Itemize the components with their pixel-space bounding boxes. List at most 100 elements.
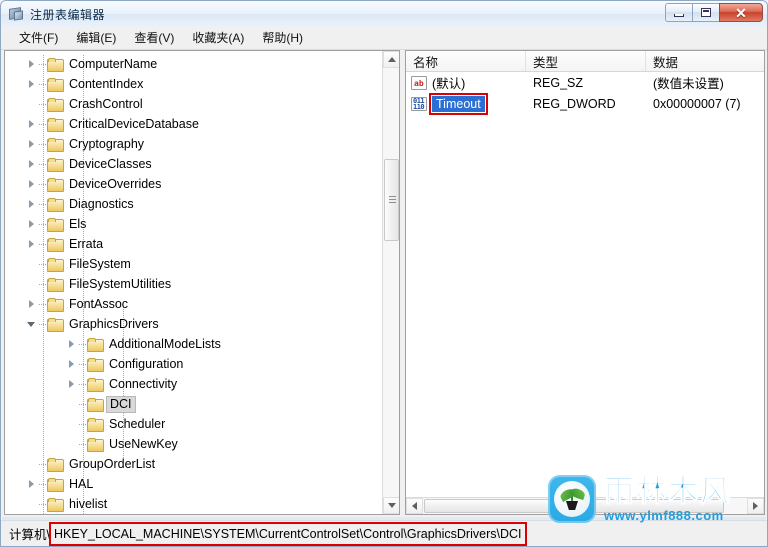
folder-icon [87,377,104,392]
tree-item-hivelist[interactable]: hivelist [5,494,381,514]
menu-view[interactable]: 查看(V) [125,27,183,49]
chevron-right-icon[interactable] [27,139,38,150]
chevron-right-icon[interactable] [27,479,38,490]
column-header-type[interactable]: 类型 [526,51,646,71]
tree-item-filesystem[interactable]: FileSystem [5,254,381,274]
chevron-right-icon[interactable] [27,179,38,190]
status-prefix-text: 计算机\ [9,528,50,542]
tree-item-deviceclasses[interactable]: DeviceClasses [5,154,381,174]
chevron-right-icon[interactable] [27,219,38,230]
value-name-cell[interactable]: 011 110 Timeout [406,92,526,115]
tree-item-criticaldevicedatabase[interactable]: CriticalDeviceDatabase [5,114,381,134]
chevron-right-icon[interactable] [27,119,38,130]
chevron-right-icon[interactable] [27,59,38,70]
minimize-button[interactable] [665,3,692,22]
close-button[interactable]: ✕ [719,3,763,22]
tree-guide-stub [39,204,47,205]
folder-icon [87,337,104,352]
tree-item-graphicsdrivers[interactable]: GraphicsDrivers [5,314,381,334]
triangle-right-icon [753,502,758,510]
value-type-cell: REG_SZ [533,75,584,90]
chevron-right-icon[interactable] [67,379,78,390]
tree-leaf-spacer [67,399,78,410]
tree-item-dci[interactable]: DCI [5,394,381,414]
tree-guide-stub [39,84,47,85]
tree-item-errata[interactable]: Errata [5,234,381,254]
tree-item-scheduler[interactable]: Scheduler [5,414,381,434]
menu-bar: 文件(F) 编辑(E) 查看(V) 收藏夹(A) 帮助(H) [1,27,767,50]
chevron-down-icon[interactable] [27,319,38,330]
chevron-right-icon[interactable] [27,159,38,170]
tree-item-label: DeviceClasses [69,156,152,171]
tree-item-grouporderlist[interactable]: GroupOrderList [5,454,381,474]
menu-help[interactable]: 帮助(H) [253,27,312,49]
tree-guide-stub [39,244,47,245]
tree-item-label: GraphicsDrivers [69,316,159,331]
chevron-right-icon[interactable] [27,299,38,310]
tree-item-label: CriticalDeviceDatabase [69,116,199,131]
tree-item-els[interactable]: Els [5,214,381,234]
tree-item-configuration[interactable]: Configuration [5,354,381,374]
value-data-cell: (数值未设置) [653,77,724,91]
values-horizontal-scrollbar[interactable] [406,497,764,514]
values-header-row: 名称 类型 数据 [406,51,764,72]
tree-leaf-spacer [27,99,38,110]
tree-item-crashcontrol[interactable]: CrashControl [5,94,381,114]
tree-item-cryptography[interactable]: Cryptography [5,134,381,154]
folder-icon [47,137,64,152]
registry-tree-pane[interactable]: ComputerName ContentIndex CrashControl Crit… [4,50,400,515]
tree-item-deviceoverrides[interactable]: DeviceOverrides [5,174,381,194]
tree-item-usenewkey[interactable]: UseNewKey [5,434,381,454]
value-data-cell: 0x00000007 (7) [653,96,741,111]
tree-item-label: FileSystemUtilities [69,276,172,291]
tree-item-diagnostics[interactable]: Diagnostics [5,194,381,214]
tree-item-contentindex[interactable]: ContentIndex [5,74,381,94]
registry-values-pane[interactable]: 名称 类型 数据 ab (默认) REG_SZ (数值未设置) 011110 [405,50,765,515]
scroll-left-button[interactable] [406,498,423,514]
tree-item-fontassoc[interactable]: FontAssoc [5,294,381,314]
tree-item-hal[interactable]: HAL [5,474,381,494]
maximize-button[interactable] [692,3,719,22]
tree-guide-stub [39,504,47,505]
chevron-right-icon[interactable] [27,79,38,90]
folder-icon [47,297,64,312]
registry-tree[interactable]: ComputerName ContentIndex CrashControl Crit… [5,54,381,514]
chevron-right-icon[interactable] [67,339,78,350]
column-header-data[interactable]: 数据 [646,51,764,71]
table-row[interactable]: 011 110 Timeout REG_DWORD 0x00000007 (7) [406,92,764,115]
status-bar: 计算机\ HKEY_LOCAL_MACHINE\SYSTEM\CurrentCo… [1,520,767,546]
table-row[interactable]: ab (默认) REG_SZ (数值未设置) [406,72,764,93]
chevron-right-icon[interactable] [27,199,38,210]
folder-icon [47,317,64,332]
tree-item-computername[interactable]: ComputerName [5,54,381,74]
tree-item-filesystemutilities[interactable]: FileSystemUtilities [5,274,381,294]
scrollbar-grip-icon [389,196,396,204]
triangle-down-icon [387,503,396,508]
scrollbar-thumb[interactable] [384,159,399,241]
column-header-name[interactable]: 名称 [406,51,526,71]
tree-item-connectivity[interactable]: Connectivity [5,374,381,394]
folder-icon [47,177,64,192]
scroll-right-button[interactable] [747,498,764,514]
hscrollbar-thumb[interactable] [424,499,724,513]
tree-item-additionalmodelists[interactable]: AdditionalModeLists [5,334,381,354]
folder-icon [87,397,104,412]
status-path-wrapper: HKEY_LOCAL_MACHINE\SYSTEM\CurrentControl… [48,521,528,546]
tree-item-label: Connectivity [109,376,178,391]
menu-file[interactable]: 文件(F) [10,27,67,49]
tree-item-label: FileSystem [69,256,131,271]
menu-edit[interactable]: 编辑(E) [67,27,125,49]
scroll-down-button[interactable] [383,497,399,514]
value-name-cell[interactable]: ab (默认) [406,73,526,92]
title-bar[interactable]: 注册表编辑器 ✕ [1,1,767,27]
dword-value-icon: 011 110 [411,96,427,111]
tree-guide-stub [39,484,47,485]
scroll-up-button[interactable] [383,51,399,68]
chevron-right-icon[interactable] [27,239,38,250]
menu-favorites[interactable]: 收藏夹(A) [183,27,253,49]
tree-vertical-scrollbar[interactable] [382,51,399,514]
tree-item-label: Configuration [109,356,184,371]
tree-guide-stub [39,184,47,185]
chevron-right-icon[interactable] [67,359,78,370]
folder-icon [47,197,64,212]
